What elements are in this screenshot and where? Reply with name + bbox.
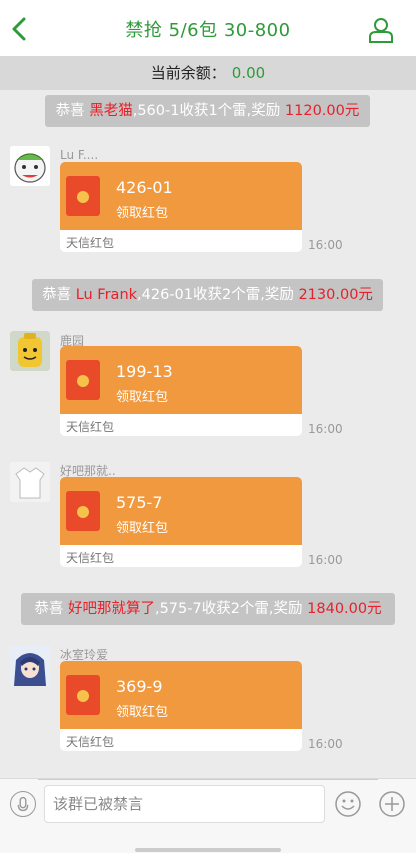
plus-icon[interactable]	[378, 790, 406, 818]
win-notice: 恭喜 Lu Frank,426-01收获2个雷,奖励 2130.00元	[32, 279, 383, 311]
notice-reward: 2130.00元	[298, 287, 373, 303]
red-envelope-icon	[66, 491, 100, 531]
claim-label: 领取红包	[116, 521, 169, 536]
balance-bar: 当前余额： 0.00	[0, 56, 416, 90]
anime-girl-avatar	[10, 646, 50, 686]
red-packet-card[interactable]: 199-13 领取红包 天信红包	[60, 346, 302, 436]
claim-label: 领取红包	[116, 705, 169, 720]
red-packet-brand: 天信红包	[66, 551, 115, 565]
top-bar: 禁抢 5/6包 30-800	[0, 0, 416, 56]
notice-prefix: 恭喜	[34, 601, 64, 617]
notice-reward: 1120.00元	[284, 103, 360, 119]
user-icon[interactable]	[368, 17, 394, 43]
red-packet-card[interactable]: 369-9 领取红包 天信红包	[60, 661, 302, 751]
balance-amount: 0.00	[231, 64, 266, 82]
red-packet-code: 199-13	[116, 362, 173, 381]
notice-text: ,426-01收获2个雷,奖励	[137, 287, 294, 303]
red-packet-brand: 天信红包	[66, 236, 115, 250]
divider	[38, 779, 378, 780]
win-notice: 恭喜 黑老猫,560-1收获1个雷,奖励 1120.00元	[45, 95, 370, 127]
back-arrow-icon[interactable]	[6, 14, 32, 44]
notice-prefix: 恭喜	[42, 287, 72, 303]
red-packet-brand: 天信红包	[66, 735, 115, 749]
message-time: 16:00	[308, 737, 343, 751]
message-time: 16:00	[308, 422, 343, 436]
emoji-icon[interactable]	[334, 790, 362, 818]
avatar[interactable]	[10, 331, 50, 371]
red-envelope-icon	[66, 675, 100, 715]
red-envelope-icon	[66, 360, 100, 400]
claim-label: 领取红包	[116, 390, 169, 405]
avatar[interactable]	[10, 462, 50, 502]
win-notice: 恭喜 好吧那就算了,575-7收获2个雷,奖励 1840.00元	[21, 593, 395, 625]
red-packet-body: 369-9 领取红包	[60, 661, 302, 729]
avatar[interactable]	[10, 646, 50, 686]
notice-winner: 好吧那就算了	[67, 601, 155, 617]
avatar[interactable]	[10, 146, 50, 186]
message-time: 16:00	[308, 553, 343, 567]
notice-winner: Lu Frank	[75, 287, 138, 303]
red-packet-code: 575-7	[116, 493, 163, 512]
white-shirt-avatar	[10, 462, 50, 502]
red-packet-body: 575-7 领取红包	[60, 477, 302, 545]
red-packet-body: 199-13 领取红包	[60, 346, 302, 414]
cartoon-face-avatar	[10, 146, 50, 186]
message-input[interactable]: 该群已被禁言	[44, 785, 325, 823]
input-bar: 该群已被禁言	[0, 778, 416, 853]
lego-head-avatar	[10, 331, 50, 371]
red-packet-card[interactable]: 426-01 领取红包 天信红包	[60, 162, 302, 252]
red-packet-brand: 天信红包	[66, 420, 115, 434]
red-packet-code: 369-9	[116, 677, 163, 696]
message-time: 16:00	[308, 238, 343, 252]
red-packet-card[interactable]: 575-7 领取红包 天信红包	[60, 477, 302, 567]
home-indicator	[135, 848, 281, 852]
sender-name: Lu F....	[60, 148, 99, 162]
red-packet-code: 426-01	[116, 178, 173, 197]
microphone-icon[interactable]	[10, 791, 36, 817]
red-envelope-icon	[66, 176, 100, 216]
notice-text: ,560-1收获1个雷,奖励	[132, 103, 281, 119]
balance-label: 当前余额：	[150, 64, 226, 82]
notice-winner: 黑老猫	[89, 103, 133, 119]
page-title: 禁抢 5/6包 30-800	[125, 20, 291, 41]
notice-text: ,575-7收获2个雷,奖励	[154, 601, 303, 617]
notice-prefix: 恭喜	[55, 103, 85, 119]
red-packet-body: 426-01 领取红包	[60, 162, 302, 230]
claim-label: 领取红包	[116, 206, 169, 221]
notice-reward: 1840.00元	[307, 601, 382, 617]
